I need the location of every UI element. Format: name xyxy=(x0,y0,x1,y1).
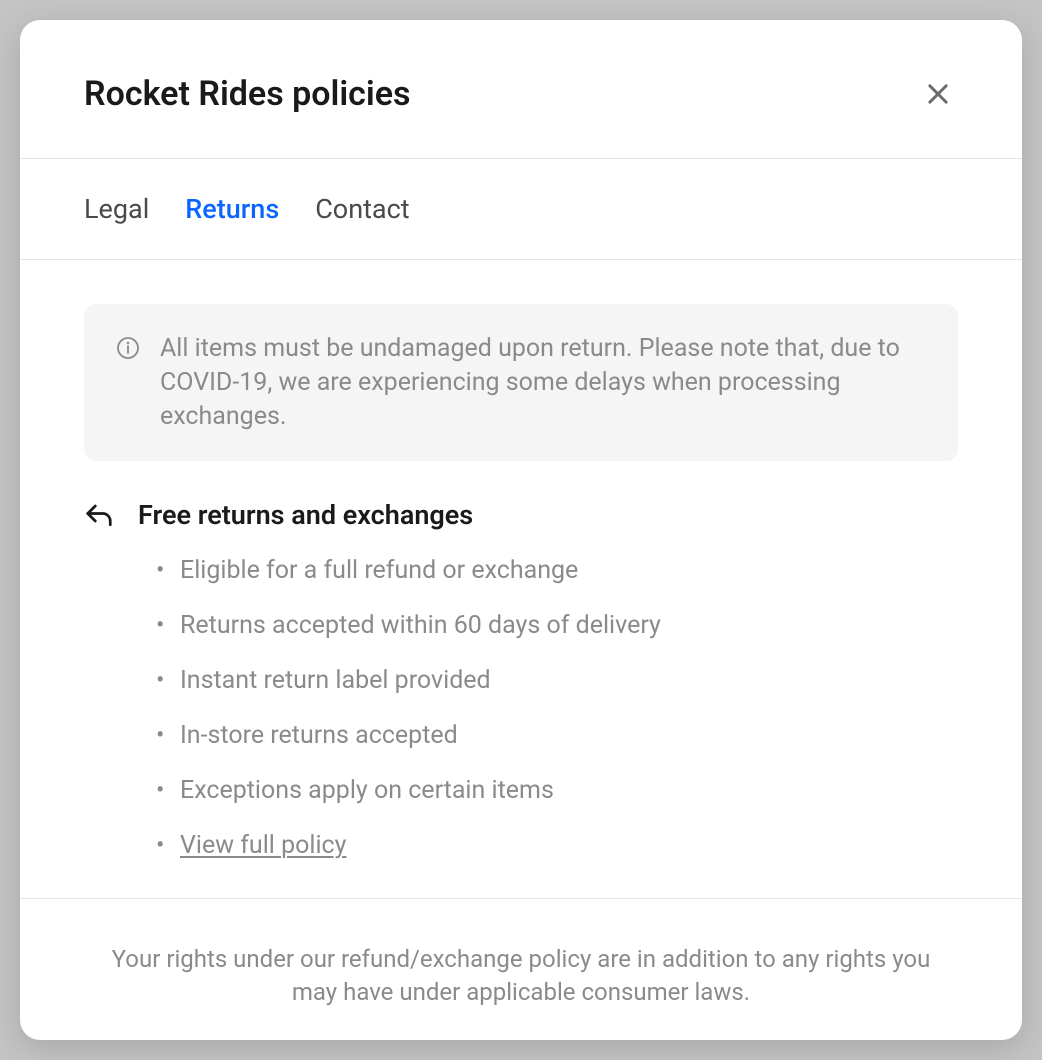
modal-title: Rocket Rides policies xyxy=(84,74,411,114)
tab-returns[interactable]: Returns xyxy=(185,193,279,225)
tab-contact[interactable]: Contact xyxy=(315,193,409,225)
list-item: In-store returns accepted xyxy=(156,718,958,753)
list-item: Returns accepted within 60 days of deliv… xyxy=(156,608,958,643)
returns-body: Free returns and exchanges Eligible for … xyxy=(138,499,958,883)
policies-modal: Rocket Rides policies Legal Returns Cont… xyxy=(20,20,1022,1040)
info-icon xyxy=(116,336,140,364)
list-item: Eligible for a full refund or exchange xyxy=(156,553,958,588)
tabs-bar: Legal Returns Contact xyxy=(20,159,1022,260)
close-icon xyxy=(924,80,952,108)
returns-list: Eligible for a full refund or exchange R… xyxy=(138,553,958,863)
list-item: View full policy xyxy=(156,828,958,863)
close-button[interactable] xyxy=(918,74,958,114)
list-item: Instant return label provided xyxy=(156,663,958,698)
modal-header: Rocket Rides policies xyxy=(20,20,1022,159)
returns-heading: Free returns and exchanges xyxy=(138,499,958,531)
modal-footer: Your rights under our refund/exchange po… xyxy=(20,898,1022,1040)
notice-text: All items must be undamaged upon return.… xyxy=(160,332,926,433)
notice-banner: All items must be undamaged upon return.… xyxy=(84,304,958,461)
tab-legal[interactable]: Legal xyxy=(84,193,149,225)
view-full-policy-link[interactable]: View full policy xyxy=(180,831,346,860)
modal-content: All items must be undamaged upon return.… xyxy=(20,260,1022,898)
return-arrow-icon xyxy=(84,501,114,535)
list-item: Exceptions apply on certain items xyxy=(156,773,958,808)
returns-section: Free returns and exchanges Eligible for … xyxy=(84,499,958,883)
